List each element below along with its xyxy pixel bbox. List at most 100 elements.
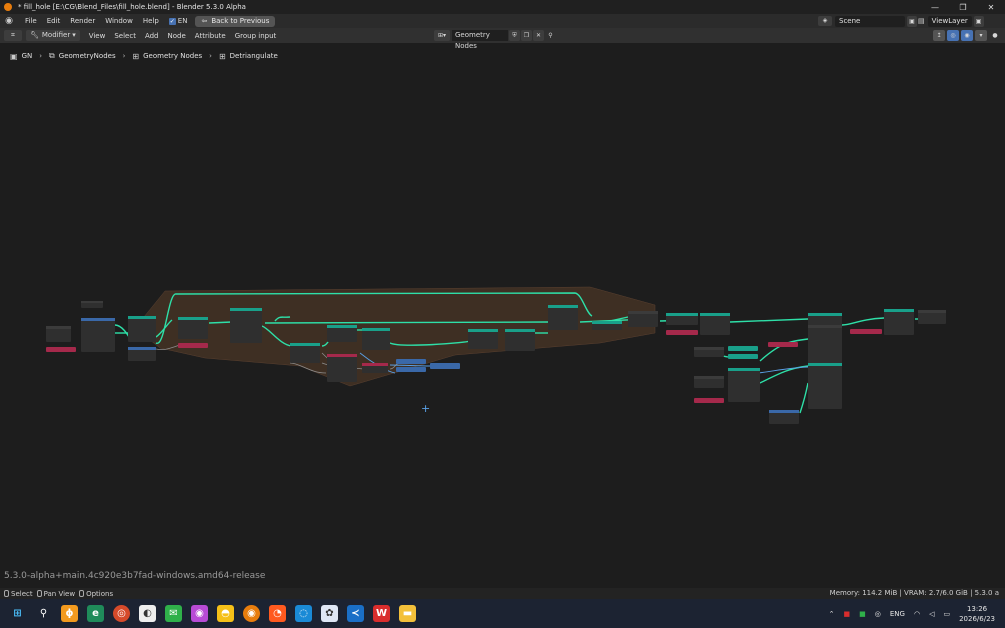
- windows-start-icon[interactable]: ⊞: [9, 605, 26, 622]
- menu-select[interactable]: Select: [114, 32, 136, 40]
- menu-view[interactable]: View: [89, 32, 106, 40]
- close-button[interactable]: ✕: [977, 0, 1005, 14]
- clock[interactable]: 13:26 2026/6/23: [959, 604, 995, 624]
- vector-node-4[interactable]: [430, 363, 460, 369]
- chat-icon[interactable]: ◌: [295, 605, 312, 622]
- menu-node[interactable]: Node: [168, 32, 186, 40]
- menu-group-input[interactable]: Group input: [235, 32, 277, 40]
- attribute-node[interactable]: [808, 363, 842, 409]
- mesh-to-curve-node[interactable]: [700, 313, 730, 335]
- duplicate-button[interactable]: ❐: [521, 30, 532, 41]
- houdini-icon[interactable]: ◔: [269, 605, 286, 622]
- status-select-label: Select: [11, 589, 33, 598]
- status-pan-view-label: Pan View: [43, 589, 76, 598]
- store-named-attribute-node[interactable]: [230, 308, 262, 343]
- app-icon-5[interactable]: ✿: [321, 605, 338, 622]
- set-shade-smooth-node[interactable]: [884, 309, 914, 335]
- modifier-dropdown[interactable]: 🔧︎ Modifier ▾: [26, 30, 80, 41]
- geometry-node[interactable]: [81, 318, 115, 352]
- menu-add[interactable]: Add: [145, 32, 159, 40]
- math-node[interactable]: [768, 342, 798, 347]
- search-icon[interactable]: ⚲: [35, 605, 52, 622]
- merge-by-distance-node[interactable]: [505, 329, 535, 351]
- node-group-name-field[interactable]: Geometry Nodes: [452, 30, 508, 50]
- field-node[interactable]: [728, 346, 758, 351]
- node-canvas[interactable]: [0, 43, 1005, 588]
- version-overlay: 5.3.0-alpha+main.4c920e3b7fad-windows.am…: [4, 571, 266, 581]
- input-node-red-4[interactable]: [694, 398, 724, 403]
- overlay-toggle-button[interactable]: ◎: [947, 30, 959, 41]
- speaker-icon[interactable]: ◁: [929, 610, 934, 618]
- view-layer-field[interactable]: ViewLayer: [927, 15, 972, 27]
- fake-user-button[interactable]: ⛨: [509, 30, 520, 41]
- tray-wechat-icon[interactable]: ■: [859, 610, 866, 618]
- app-icon-4[interactable]: ◓: [217, 605, 234, 622]
- minimize-button[interactable]: —: [921, 0, 949, 14]
- wps-icon[interactable]: W: [373, 605, 390, 622]
- back-to-previous-label: Back to Previous: [211, 17, 270, 25]
- status-pan-view: Pan View: [36, 589, 76, 598]
- menu-file[interactable]: File: [25, 17, 37, 25]
- app-icon-2[interactable]: ◐: [139, 605, 156, 622]
- node-frame[interactable]: [134, 286, 656, 387]
- gizmo-toggle-button[interactable]: ◉: [961, 30, 973, 41]
- app-icon-3[interactable]: ◉: [191, 605, 208, 622]
- scene-field[interactable]: Scene: [835, 15, 905, 27]
- status-options: Options: [79, 590, 113, 598]
- blender-icon[interactable]: ◉: [243, 605, 260, 622]
- view-layer-icon[interactable]: ▤: [918, 17, 925, 25]
- parent-node-tree-button[interactable]: ↥: [933, 30, 945, 41]
- menu-attribute[interactable]: Attribute: [195, 32, 226, 40]
- menu-render[interactable]: Render: [70, 17, 95, 25]
- editor-type-icon[interactable]: ⌗: [4, 30, 22, 41]
- capture-attribute-node[interactable]: [728, 368, 760, 402]
- input-node-red-2[interactable]: [178, 343, 208, 348]
- input-node-red-3[interactable]: [666, 330, 698, 335]
- en-checkbox[interactable]: ✓: [168, 17, 176, 25]
- compare-node[interactable]: [327, 354, 357, 382]
- menu-edit[interactable]: Edit: [47, 17, 61, 25]
- overlay-dropdown-button[interactable]: ▾: [975, 30, 987, 41]
- unlink-button[interactable]: ✕: [533, 30, 544, 41]
- edge-icon[interactable]: e: [87, 605, 104, 622]
- battery-icon[interactable]: ▭: [943, 610, 950, 618]
- back-to-previous-button[interactable]: ⇦ Back to Previous: [195, 15, 276, 27]
- tray-app-icon-2[interactable]: ◎: [875, 610, 881, 618]
- wifi-icon[interactable]: ◠: [914, 610, 920, 618]
- realize-node[interactable]: [128, 316, 156, 342]
- back-icon: ⇦: [201, 17, 208, 25]
- field-node-2[interactable]: [728, 354, 758, 359]
- vscode-icon[interactable]: ≺: [347, 605, 364, 622]
- chrome-icon[interactable]: ◎: [113, 605, 130, 622]
- menu-window[interactable]: Window: [105, 17, 133, 25]
- wechat-icon[interactable]: ✉: [165, 605, 182, 622]
- pin-icon[interactable]: ⚲: [545, 30, 556, 41]
- info-icon[interactable]: ●: [989, 30, 1001, 41]
- maximize-button[interactable]: ❐: [949, 0, 977, 14]
- language-indicator[interactable]: ENG: [890, 610, 905, 618]
- tray-chevron-up-icon[interactable]: ⌃: [829, 610, 835, 618]
- vector-node-2[interactable]: [396, 359, 426, 364]
- clock-date: 2026/6/23: [959, 614, 995, 623]
- tray-app-icon[interactable]: ■: [844, 610, 851, 618]
- menu-help[interactable]: Help: [143, 17, 159, 25]
- input-node-red[interactable]: [46, 347, 76, 352]
- view-layer-new-button[interactable]: ▣: [973, 15, 984, 27]
- window-controls: — ❐ ✕: [921, 0, 1005, 14]
- switch-node[interactable]: [808, 325, 842, 365]
- node-tree-icon[interactable]: ⊞▾: [434, 30, 450, 41]
- scene-icon[interactable]: ◈: [818, 16, 832, 26]
- vector-node-3[interactable]: [396, 367, 426, 372]
- en-label: EN: [177, 17, 188, 25]
- input-node-red-5[interactable]: [850, 329, 882, 334]
- scene-selector: ◈ Scene ▣: [818, 15, 917, 27]
- scene-new-button[interactable]: ▣: [907, 15, 917, 27]
- blender-logo-icon[interactable]: ◉: [3, 16, 15, 26]
- file-explorer-icon[interactable]: ▬: [399, 605, 416, 622]
- join-geometry-node[interactable]: [548, 305, 578, 330]
- mesh-node[interactable]: [178, 317, 208, 339]
- view-layer-selector: ▤ ViewLayer ▣: [918, 15, 984, 27]
- separate-geometry-node[interactable]: [362, 328, 390, 350]
- mouse-left-icon: [4, 590, 9, 597]
- app-icon-1[interactable]: ɸ: [61, 605, 78, 622]
